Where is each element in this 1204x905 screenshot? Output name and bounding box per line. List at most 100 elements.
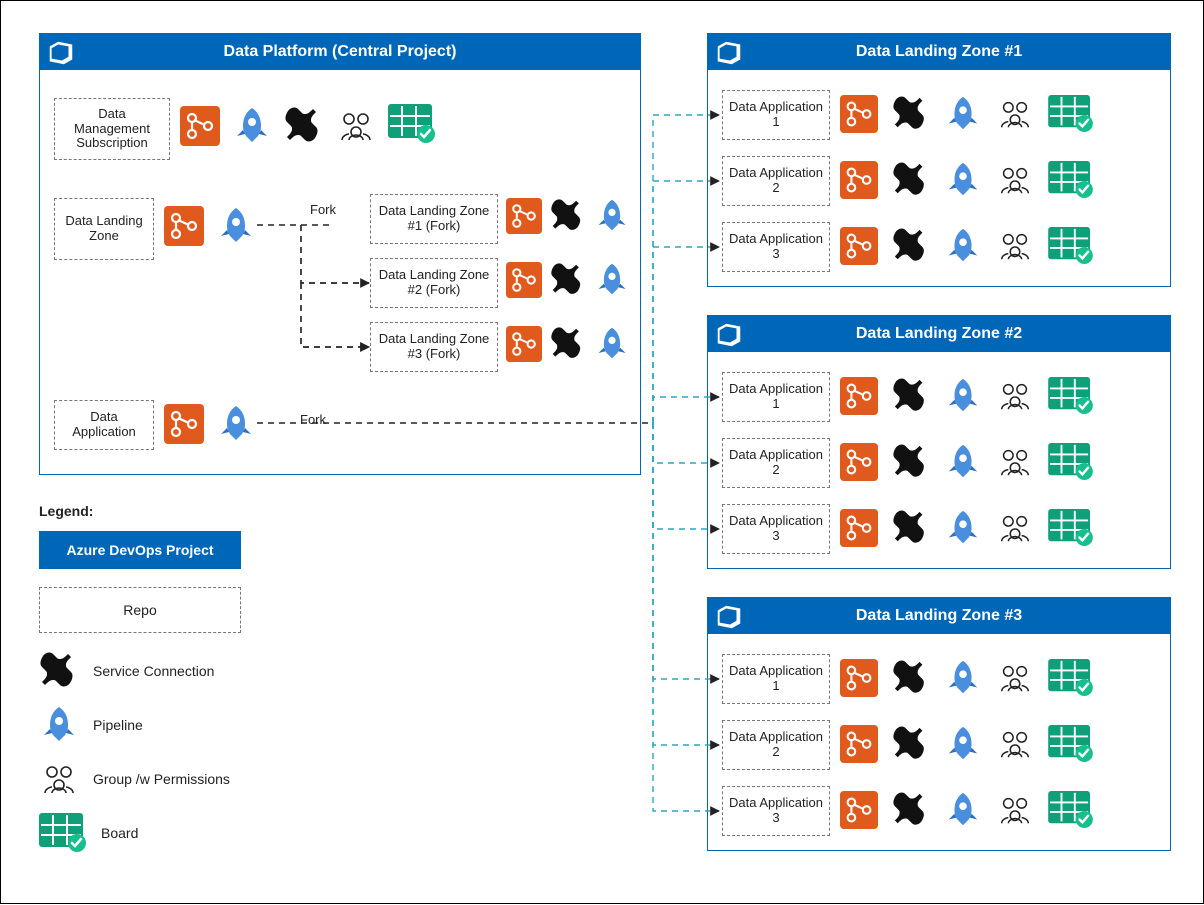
project-zone-2: Data Landing Zone #2 Data Application 1 …	[707, 315, 1171, 569]
devops-icon	[714, 37, 744, 67]
repo-icon	[839, 161, 879, 199]
legend-service: Service Connection	[39, 651, 214, 691]
service-connection-icon	[891, 509, 931, 547]
service-connection-icon	[891, 161, 931, 199]
group-icon	[995, 95, 1035, 133]
pipeline-icon	[594, 326, 630, 362]
service-connection-icon	[550, 198, 586, 234]
fork-label: Fork	[300, 412, 326, 427]
board-icon	[1047, 791, 1095, 829]
board-icon	[1047, 161, 1095, 199]
devops-icon	[714, 319, 744, 349]
legend-board: Board	[39, 813, 138, 853]
repo-icon	[180, 106, 220, 146]
repo-app-3: Data Application 3	[722, 786, 830, 836]
repo-fork-3: Data Landing Zone #3 (Fork)	[370, 322, 498, 372]
pipeline-icon	[232, 106, 272, 146]
service-connection-icon	[891, 791, 931, 829]
group-icon	[995, 377, 1035, 415]
project-central: Data Platform (Central Project) Data Man…	[39, 33, 641, 475]
legend-project: Azure DevOps Project	[39, 531, 241, 569]
group-icon	[995, 227, 1035, 265]
project-title: Data Landing Zone #3	[754, 607, 1170, 625]
devops-icon	[714, 601, 744, 631]
repo-data-application: Data Application	[54, 400, 154, 450]
service-connection-icon	[891, 95, 931, 133]
pipeline-icon	[943, 509, 983, 547]
repo-icon	[839, 509, 879, 547]
project-title: Data Platform (Central Project)	[86, 43, 640, 61]
repo-icon	[506, 262, 542, 298]
project-header-central: Data Platform (Central Project)	[40, 34, 640, 70]
devops-icon	[46, 37, 76, 67]
repo-icon	[839, 443, 879, 481]
project-zone-1: Data Landing Zone #1 Data Application 1 …	[707, 33, 1171, 287]
repo-icon	[164, 404, 204, 444]
board-icon	[1047, 659, 1095, 697]
pipeline-icon	[594, 198, 630, 234]
service-connection-icon	[550, 326, 586, 362]
repo-icon	[839, 791, 879, 829]
board-icon	[1047, 725, 1095, 763]
repo-icon	[839, 659, 879, 697]
service-connection-icon	[891, 377, 931, 415]
repo-icon	[164, 206, 204, 246]
repo-icon	[839, 227, 879, 265]
board-icon	[1047, 377, 1095, 415]
pipeline-icon	[943, 161, 983, 199]
pipeline-icon	[39, 705, 79, 745]
repo-app-1: Data Application 1	[722, 654, 830, 704]
board-icon	[1047, 227, 1095, 265]
service-connection-icon	[891, 227, 931, 265]
legend-pipeline: Pipeline	[39, 705, 143, 745]
pipeline-icon	[943, 227, 983, 265]
fork-label: Fork	[310, 202, 336, 217]
pipeline-icon	[943, 95, 983, 133]
repo-data-mgmt: Data Management Subscription	[54, 98, 170, 160]
service-connection-icon	[39, 651, 79, 691]
repo-fork-2: Data Landing Zone #2 (Fork)	[370, 258, 498, 308]
repo-app-2: Data Application 2	[722, 720, 830, 770]
pipeline-icon	[943, 659, 983, 697]
repo-app-2: Data Application 2	[722, 156, 830, 206]
pipeline-icon	[594, 262, 630, 298]
group-icon	[336, 106, 376, 146]
project-zone-3: Data Landing Zone #3 Data Application 1 …	[707, 597, 1171, 851]
pipeline-icon	[216, 206, 256, 246]
group-icon	[995, 443, 1035, 481]
board-icon	[1047, 443, 1095, 481]
legend-repo: Repo	[39, 587, 241, 633]
group-icon	[39, 759, 79, 799]
service-connection-icon	[891, 659, 931, 697]
board-icon	[1047, 95, 1095, 133]
pipeline-icon	[943, 791, 983, 829]
repo-app-3: Data Application 3	[722, 504, 830, 554]
group-icon	[995, 791, 1035, 829]
repo-app-3: Data Application 3	[722, 222, 830, 272]
service-connection-icon	[550, 262, 586, 298]
project-header-zone3: Data Landing Zone #3	[708, 598, 1170, 634]
repo-fork-1: Data Landing Zone #1 (Fork)	[370, 194, 498, 244]
repo-data-landing-zone: Data Landing Zone	[54, 198, 154, 260]
board-icon	[1047, 509, 1095, 547]
repo-app-1: Data Application 1	[722, 372, 830, 422]
repo-icon	[839, 95, 879, 133]
repo-icon	[839, 377, 879, 415]
pipeline-icon	[943, 443, 983, 481]
group-icon	[995, 509, 1035, 547]
pipeline-icon	[216, 404, 256, 444]
repo-icon	[506, 326, 542, 362]
group-icon	[995, 725, 1035, 763]
service-connection-icon	[891, 725, 931, 763]
diagram-canvas: Data Platform (Central Project) Data Man…	[0, 0, 1204, 904]
legend-group: Group /w Permissions	[39, 759, 230, 799]
repo-app-1: Data Application 1	[722, 90, 830, 140]
service-connection-icon	[891, 443, 931, 481]
repo-icon	[506, 198, 542, 234]
pipeline-icon	[943, 725, 983, 763]
service-connection-icon	[284, 106, 324, 146]
group-icon	[995, 161, 1035, 199]
board-icon	[39, 813, 87, 853]
project-header-zone2: Data Landing Zone #2	[708, 316, 1170, 352]
pipeline-icon	[943, 377, 983, 415]
